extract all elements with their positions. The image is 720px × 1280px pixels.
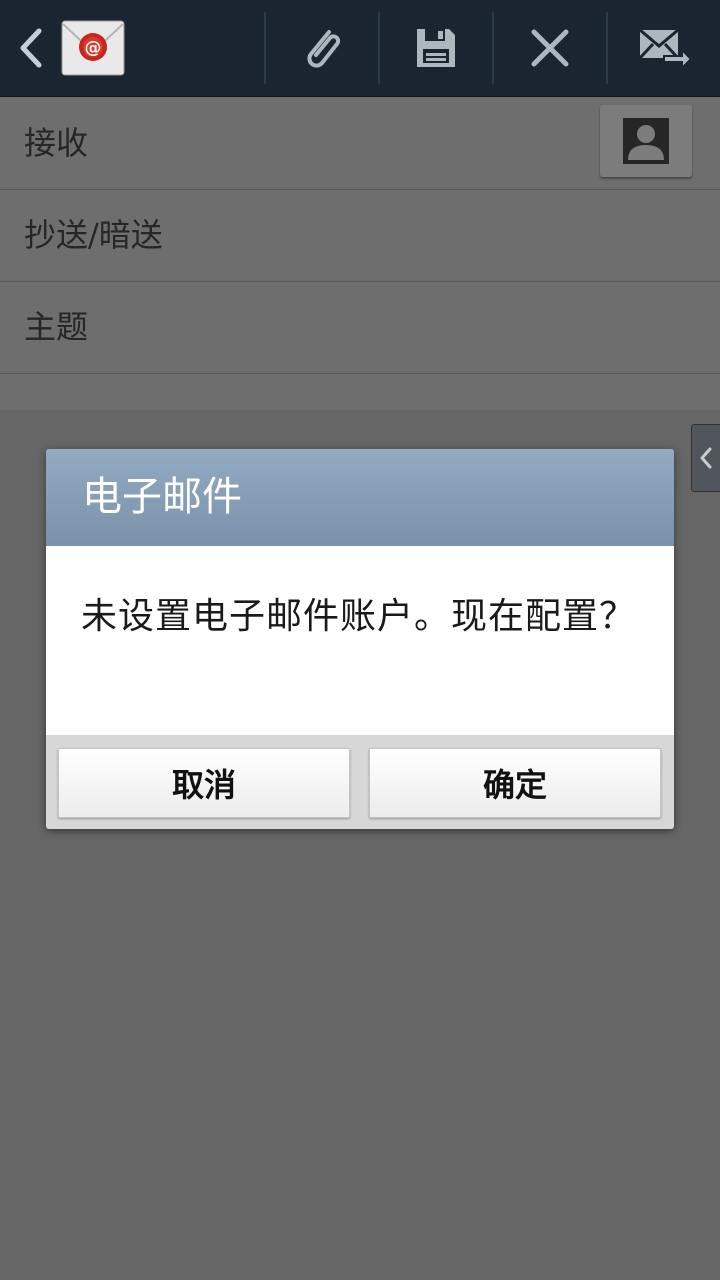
chevron-left-icon: [20, 28, 42, 68]
dialog-title: 电子邮件: [82, 474, 242, 520]
cc-bcc-label: 抄送/暗送: [24, 216, 163, 254]
subject-label: 主题: [24, 308, 89, 346]
to-field[interactable]: 接收: [0, 97, 720, 190]
svg-text:@: @: [85, 38, 102, 58]
action-bar: @: [0, 0, 720, 97]
setup-account-dialog: 电子邮件 未设置电子邮件账户。现在配置？ 取消 确定: [46, 449, 674, 829]
cancel-button[interactable]: 取消: [58, 748, 350, 818]
email-envelope-icon: @: [61, 20, 125, 76]
toolbar-divider: [264, 12, 266, 84]
toolbar-divider: [606, 12, 608, 84]
ok-button[interactable]: 确定: [369, 748, 661, 818]
side-panel-handle[interactable]: [691, 424, 720, 492]
contact-person-icon: [623, 118, 669, 164]
contact-picker-button[interactable]: [600, 105, 692, 177]
save-button[interactable]: [382, 0, 490, 96]
close-x-icon: [531, 29, 569, 67]
send-mail-icon: [638, 28, 692, 70]
discard-button[interactable]: [496, 0, 604, 96]
attach-button[interactable]: [268, 0, 378, 96]
paperclip-icon: [307, 30, 341, 68]
save-disk-icon: [417, 29, 455, 67]
send-button[interactable]: [610, 0, 720, 96]
to-label: 接收: [24, 124, 89, 162]
subject-field[interactable]: 主题: [0, 281, 720, 374]
back-button[interactable]: [10, 0, 50, 96]
app-icon[interactable]: @: [58, 0, 128, 96]
compose-fields: 接收 抄送/暗送 主题: [0, 97, 720, 409]
toolbar-divider: [378, 12, 380, 84]
dialog-message: 未设置电子邮件账户。现在配置？: [81, 596, 637, 637]
cc-bcc-field[interactable]: 抄送/暗送: [0, 189, 720, 282]
chevron-left-icon: [700, 447, 712, 469]
dialog-title-bar: 电子邮件: [46, 449, 674, 547]
toolbar-divider: [492, 12, 494, 84]
dialog-body: 未设置电子邮件账户。现在配置？: [46, 546, 674, 735]
